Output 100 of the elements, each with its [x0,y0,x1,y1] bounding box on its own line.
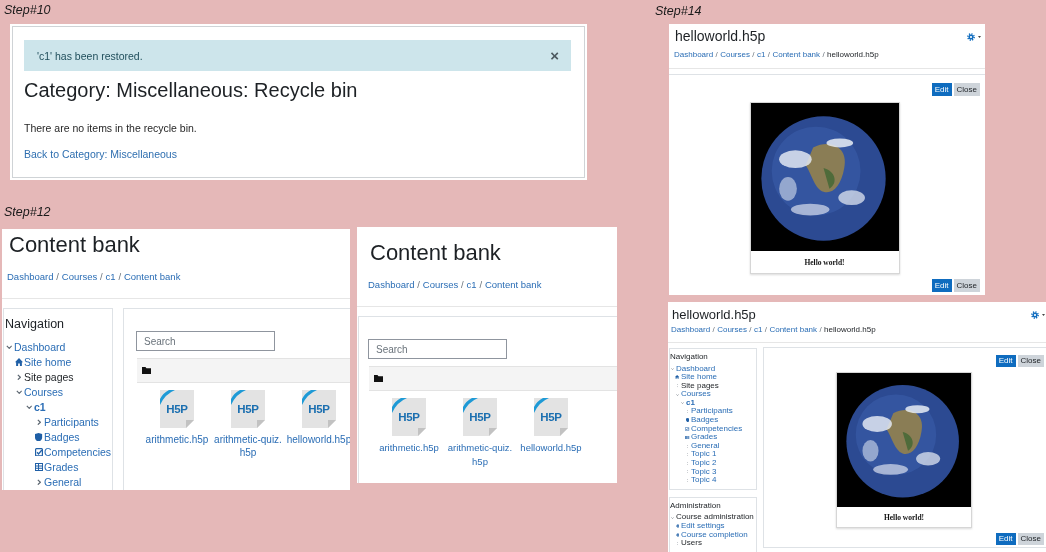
nav-item[interactable]: Site pages [24,369,74,385]
nav-link[interactable]: Competencies [44,444,112,460]
step-label: Step#12 [4,205,51,219]
nav-link[interactable]: Badges [44,429,80,445]
nav-link[interactable]: c1 [686,398,695,408]
nav-link[interactable]: Edit settings [681,521,725,531]
breadcrumb-link[interactable]: Courses [720,50,750,60]
search-field[interactable]: Search [136,331,275,351]
nav-link[interactable]: Course completion [681,530,748,540]
file-icon [534,398,568,436]
nav-item[interactable]: Users [681,539,702,548]
breadcrumb-link[interactable]: Dashboard [7,270,54,284]
nav-link[interactable]: Site home [681,373,718,382]
step-label: Step#10 [4,3,51,17]
edit-button[interactable]: Edit [995,355,1016,367]
breadcrumb-link[interactable]: Content bank [769,325,818,335]
file-icon [302,390,336,428]
file-link[interactable]: arithmetic.h5p [379,441,439,455]
file-link[interactable]: arithmetic-quiz.h5p [445,441,515,469]
file-link[interactable]: arithmetic-quiz.h5p [213,433,283,459]
search-field[interactable]: Search [368,339,507,359]
close-button[interactable]: × [550,48,559,63]
page-title: Content bank [370,240,501,266]
file-link[interactable]: arithmetic.h5p [145,433,209,446]
nav-link[interactable]: Courses [681,390,711,399]
breadcrumb-separator: / [749,325,752,335]
edit-button[interactable]: Edit [995,533,1016,545]
breadcrumb-separator: / [56,270,59,284]
breadcrumb-link[interactable]: c1 [756,50,766,60]
close-button[interactable]: Close [953,279,980,292]
breadcrumb-separator: / [752,50,755,60]
nav-link[interactable]: Grades [44,459,79,475]
file-icon [160,390,194,428]
settings-icon [675,532,680,537]
nav-link[interactable]: Participants [691,407,733,417]
settings-menu-button[interactable] [1031,311,1045,319]
breadcrumb-separator: / [479,278,483,292]
breadcrumb-separator: / [417,278,420,292]
edit-button[interactable]: Edit [931,83,952,96]
alert-message: 'c1' has been restored. [37,49,143,62]
logo-text: H5P [308,404,330,416]
nav-link[interactable]: Courses [24,384,64,400]
logo-text: H5P [166,404,188,416]
settings-icon [967,32,975,41]
nav-link[interactable]: Site home [24,354,72,370]
nav-item[interactable]: Course administration [676,513,754,522]
nav-link[interactable]: Dashboard [14,339,66,355]
breadcrumb-link[interactable]: Content bank [484,278,542,292]
breadcrumb-link[interactable]: c1 [753,325,763,335]
close-button[interactable]: Close [953,83,980,96]
shield-icon [685,418,690,423]
breadcrumb-link[interactable]: c1 [466,278,477,292]
block-title: Navigation [670,352,708,361]
nav-link[interactable]: Competencies [691,424,743,434]
nav-link[interactable]: Topic 4 [691,476,717,485]
page-title: helloworld.h5p [672,307,756,323]
nav-link[interactable]: Participants [44,414,99,430]
nav-item[interactable]: Site pages [681,381,719,391]
close-button[interactable]: Close [1017,355,1044,367]
breadcrumb-separator: / [118,270,122,284]
breadcrumb-link[interactable]: Content bank [772,50,821,60]
edit-button[interactable]: Edit [931,279,952,292]
nav-link[interactable]: Topic 2 [691,459,717,468]
breadcrumb-link[interactable]: Dashboard [674,50,714,60]
breadcrumb-current: helloworld.h5p [824,325,876,335]
nav-link[interactable]: Dashboard [676,364,716,374]
breadcrumb-separator: / [461,278,464,292]
file-link[interactable]: helloworld.h5p [520,441,582,455]
breadcrumb-link[interactable]: Content bank [123,270,181,284]
info-message: There are no items in the recycle bin. [24,122,197,134]
file-icon [463,398,497,436]
settings-icon [1031,311,1039,319]
breadcrumb-separator: / [715,50,718,60]
back-link[interactable]: Back to Category: Miscellaneous [24,148,177,160]
breadcrumb-link[interactable]: Courses [422,278,459,292]
logo-text: H5P [540,412,562,424]
nav-link[interactable]: Topic 1 [691,450,717,460]
breadcrumb-link[interactable]: Dashboard [671,325,711,335]
nav-link[interactable]: Grades [691,433,718,442]
file-link[interactable]: helloworld.h5p [286,433,350,446]
nav-link[interactable]: General [691,441,720,451]
breadcrumb-link[interactable]: Dashboard [368,278,415,292]
caret-down-icon [978,35,981,38]
file-icon [392,398,426,436]
table-icon [35,462,43,472]
close-button[interactable]: Close [1017,533,1044,545]
nav-link[interactable]: c1 [34,399,46,415]
page-title: Category: Miscellaneous: Recycle bin [24,79,358,101]
block-title: Administration [670,500,721,510]
nav-link[interactable]: Badges [691,416,719,425]
nav-link[interactable]: Topic 3 [691,467,717,477]
breadcrumb-separator: / [764,325,768,335]
nav-link[interactable]: General [44,474,82,490]
file-icon [231,390,265,428]
breadcrumb-link[interactable]: c1 [105,270,116,284]
breadcrumb-separator: / [819,325,822,335]
breadcrumb-current: helloworld.h5p [827,50,879,60]
breadcrumb-link[interactable]: Courses [61,270,98,284]
breadcrumb-link[interactable]: Courses [717,325,747,335]
settings-menu-button[interactable] [967,32,981,41]
